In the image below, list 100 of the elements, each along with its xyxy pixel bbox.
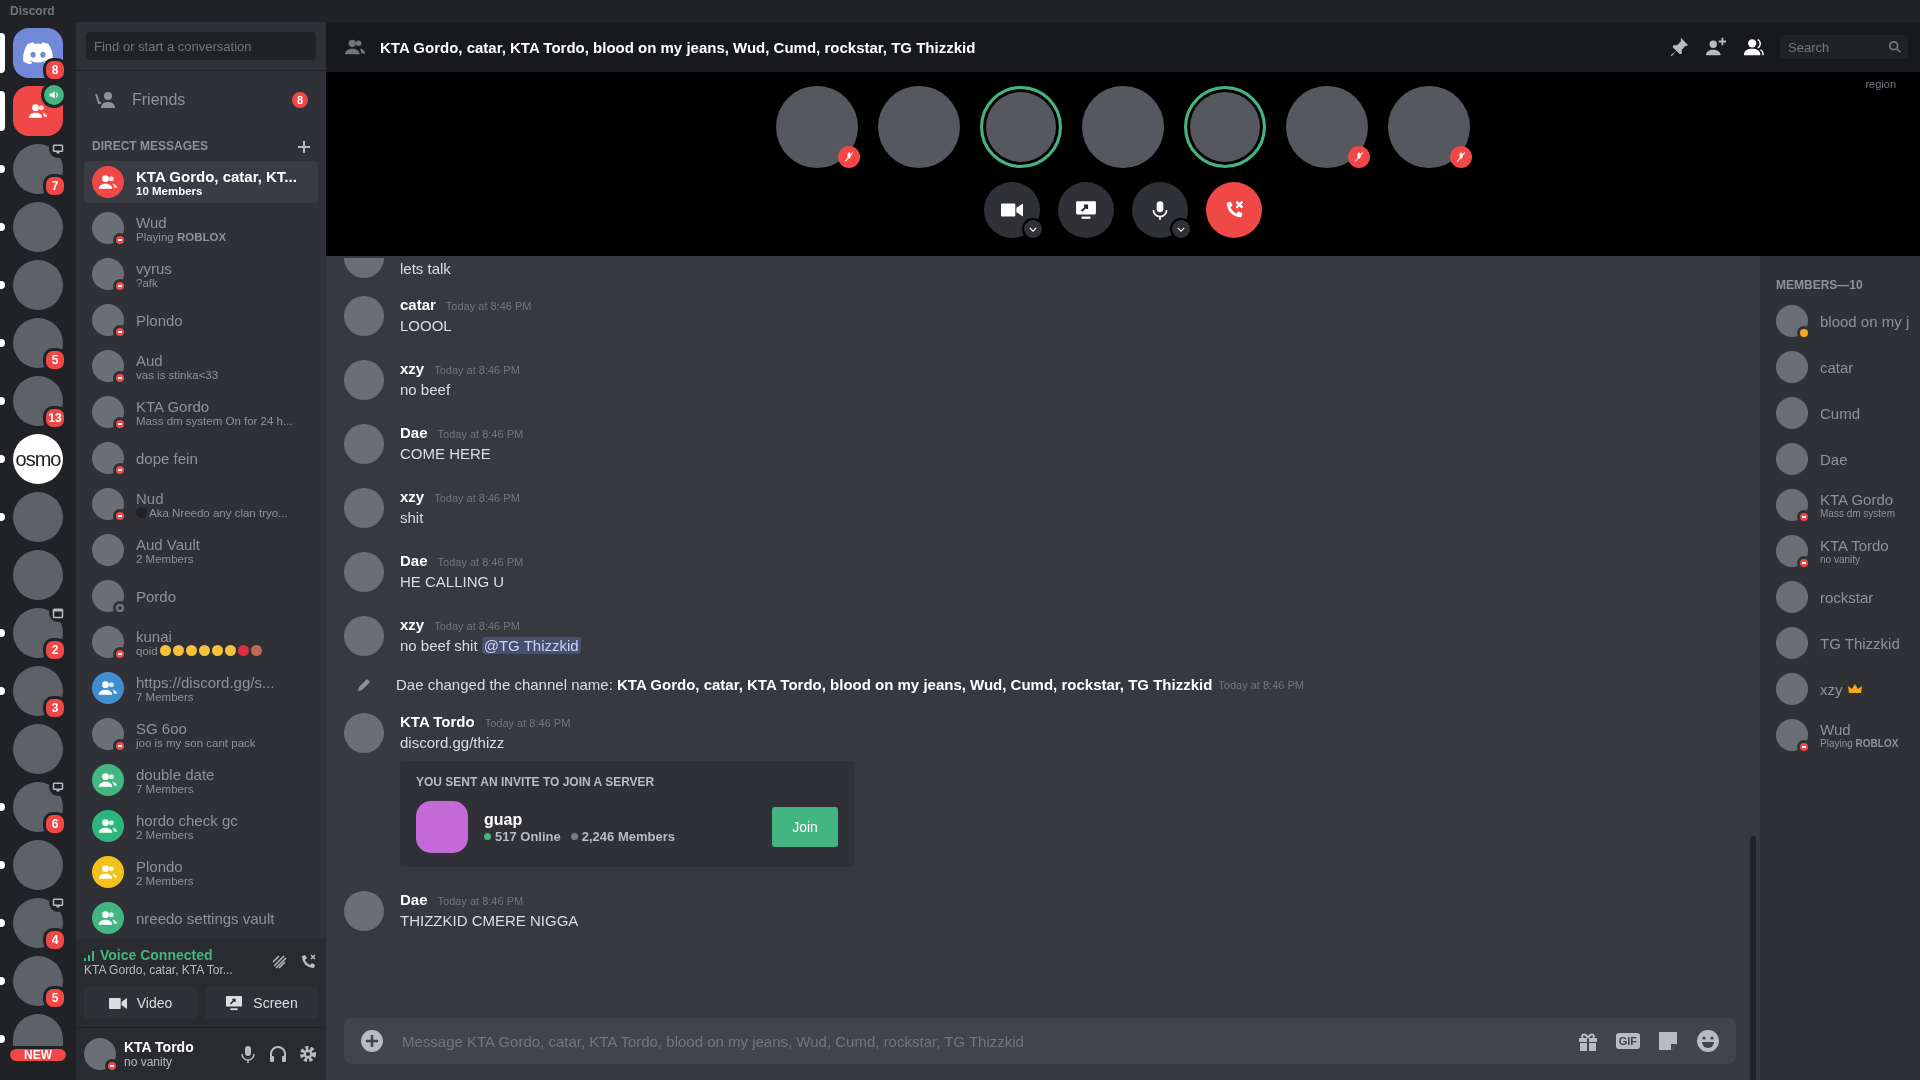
dm-item[interactable]: Aud vas is stinka<33: [84, 345, 318, 387]
microphone-button[interactable]: [1132, 182, 1188, 238]
unread-badge: 6: [43, 812, 67, 836]
avatar: [1776, 627, 1808, 659]
headphones-icon[interactable]: [268, 1044, 288, 1064]
avatar: [1776, 397, 1808, 429]
online-dot: [484, 832, 491, 840]
dm-name: KTA Gordo: [136, 397, 211, 415]
unread-badge: 4: [43, 928, 67, 952]
add-dm-button[interactable]: [298, 139, 310, 153]
member-item[interactable]: Cumd: [1776, 390, 1920, 436]
invite-heading: YOU SENT AN INVITE TO JOIN A SERVER: [416, 775, 656, 789]
member-item[interactable]: Wud Playing ROBLOX: [1776, 712, 1920, 758]
dm-name: double date: [136, 765, 216, 783]
dm-item[interactable]: dope fein: [84, 437, 318, 479]
dm-status-text: vas is stinka<33: [136, 368, 219, 381]
dm-name: https://discord.gg/s...: [136, 673, 276, 691]
add-attachment-icon[interactable]: [360, 1029, 384, 1053]
dm-status-text: joo is my son cant pack: [136, 736, 256, 749]
screen-share-button[interactable]: Screen: [205, 987, 318, 1019]
author-name: xzy: [400, 360, 425, 377]
timestamp: Today at 8:46 PM: [437, 895, 524, 907]
dm-name: Wud: [136, 213, 168, 231]
dm-status-text: Aka Nreedo any clan tryo...: [149, 506, 288, 519]
server-icon[interactable]: osmo: [13, 434, 63, 484]
friends-item[interactable]: Friends 8: [84, 79, 318, 121]
avatar: [1776, 581, 1808, 613]
author-name: Dae: [400, 891, 428, 908]
member-item[interactable]: Dae: [1776, 436, 1920, 482]
member-item[interactable]: KTA Gordo Mass dm system: [1776, 482, 1920, 528]
dm-status-text: 2 Members: [136, 552, 194, 565]
dm-item[interactable]: Plondo 2 Members: [84, 851, 318, 893]
dm-item[interactable]: vyrus ?afk: [84, 253, 318, 295]
dm-item[interactable]: SG 6oo joo is my son cant pack: [84, 713, 318, 755]
author-name: KTA Tordo: [400, 713, 475, 730]
screen-share-button[interactable]: [1058, 182, 1114, 238]
dm-item[interactable]: KTA Gordo, catar, KT... 10 Members: [84, 161, 318, 203]
dm-status-text: 7 Members: [136, 690, 194, 703]
member-item[interactable]: rockstar: [1776, 574, 1920, 620]
pin-icon[interactable]: [1668, 36, 1690, 58]
dm-item[interactable]: https://discord.gg/s... 7 Members: [84, 667, 318, 709]
hang-up-button[interactable]: [1206, 182, 1262, 238]
member-status-text: Playing ROBLOX: [1820, 738, 1899, 749]
dm-item[interactable]: kunai qoid: [84, 621, 318, 663]
member-status-text: no vanity: [1820, 554, 1862, 565]
avatar: [1776, 351, 1808, 383]
video-button[interactable]: Video: [84, 987, 197, 1019]
settings-icon[interactable]: [298, 1044, 318, 1064]
member-list-icon[interactable]: [1742, 36, 1766, 58]
search-field[interactable]: Find or start a conversation: [86, 32, 316, 60]
author-name: xzy: [400, 616, 425, 633]
gif-button[interactable]: GIF: [1615, 1033, 1640, 1049]
author-name: Dae: [400, 424, 428, 441]
avatar: [344, 296, 384, 336]
search-icon: [1888, 40, 1902, 54]
message-text: no beef: [400, 381, 451, 398]
search-field[interactable]: Search: [1780, 35, 1908, 59]
dm-item[interactable]: KTA Gordo Mass dm system On for 24 h...: [84, 391, 318, 433]
members-heading: MEMBERS—10: [1776, 278, 1864, 292]
video-camera-icon: [1001, 202, 1023, 218]
member-item[interactable]: blood on my j: [1776, 298, 1920, 344]
dm-item[interactable]: Wud Playing ROBLOX: [84, 207, 318, 249]
scrollbar-thumb[interactable]: [1750, 836, 1756, 1080]
dm-item[interactable]: hordo check gc 2 Members: [84, 805, 318, 847]
unread-badge: 7: [43, 174, 67, 198]
user-status-text: no vanity: [124, 1055, 174, 1069]
message-text: shit: [400, 509, 424, 526]
mention-link[interactable]: @TG Thizzkid: [481, 637, 581, 654]
emoji-icon[interactable]: [1696, 1029, 1720, 1053]
unread-badge: 5: [43, 986, 67, 1010]
server-icon[interactable]: [13, 376, 63, 426]
timestamp: Today at 8:46 PM: [445, 300, 532, 312]
member-item[interactable]: KTA Tordo no vanity: [1776, 528, 1920, 574]
member-name: Cumd: [1820, 404, 1860, 422]
avatar: [344, 616, 384, 656]
sticker-icon[interactable]: [1656, 1029, 1680, 1053]
camera-button[interactable]: [984, 182, 1040, 238]
dm-item[interactable]: nreedo settings vault: [84, 897, 318, 939]
online-count: 517 Online: [495, 828, 561, 844]
dm-name: Aud Vault: [136, 535, 201, 553]
dm-status-text: 2 Members: [136, 828, 194, 841]
dm-item[interactable]: double date 7 Members: [84, 759, 318, 801]
member-item[interactable]: TG Thizzkid: [1776, 620, 1920, 666]
dm-item[interactable]: Aud Vault 2 Members: [84, 529, 318, 571]
member-item[interactable]: catar: [1776, 344, 1920, 390]
timestamp: Today at 8:46 PM: [437, 556, 524, 568]
member-item[interactable]: xzy: [1776, 666, 1920, 712]
join-button[interactable]: Join: [772, 807, 838, 847]
add-friend-icon[interactable]: [1704, 36, 1728, 58]
timestamp: Today at 8:46 PM: [434, 364, 520, 376]
screen-share-icon: [1075, 200, 1097, 220]
microphone-icon[interactable]: [238, 1044, 258, 1064]
username: KTA Tordo: [124, 1039, 194, 1055]
dm-item[interactable]: Nud Aka Nreedo any clan tryo...: [84, 483, 318, 525]
member-count: 2,246 Members: [581, 828, 675, 844]
member-name: xzy: [1820, 680, 1843, 698]
dm-item[interactable]: Pordo: [84, 575, 318, 617]
dm-item[interactable]: Plondo: [84, 299, 318, 341]
avatar: [344, 713, 384, 753]
dm-status-text: 10 Members: [136, 184, 203, 197]
